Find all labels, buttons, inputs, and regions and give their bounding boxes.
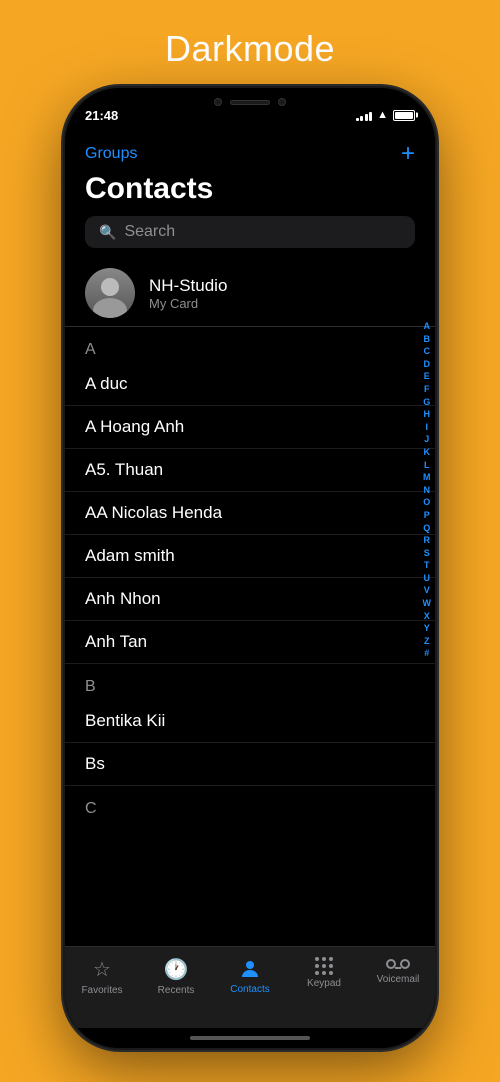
avatar [85, 268, 135, 318]
groups-button[interactable]: Groups [85, 145, 137, 163]
add-contact-button[interactable]: + [401, 140, 415, 168]
alpha-c[interactable]: C [424, 345, 431, 358]
tab-keypad-label: Keypad [307, 978, 341, 989]
tab-voicemail[interactable]: Voicemail [368, 957, 428, 985]
list-item[interactable]: AA Nicolas Henda [65, 492, 435, 535]
alpha-r[interactable]: R [424, 534, 431, 547]
battery-icon [393, 110, 415, 121]
contact-list[interactable]: NH-Studio My Card A A duc A Hoang Anh A5… [65, 260, 435, 946]
my-card-info: NH-Studio My Card [149, 276, 227, 311]
page-title: Darkmode [165, 28, 335, 70]
contacts-icon [238, 957, 262, 981]
wifi-icon: ▲ [377, 109, 388, 121]
alphabet-index[interactable]: A B C D E F G H I J K L M N O P Q R S T [423, 320, 432, 660]
my-card-label: My Card [149, 296, 227, 311]
home-bar [190, 1036, 310, 1040]
notch-camera [214, 98, 222, 106]
my-card-row[interactable]: NH-Studio My Card [65, 260, 435, 327]
voicemail-icon [386, 957, 410, 971]
contacts-title: Contacts [85, 172, 415, 206]
alpha-hash[interactable]: # [424, 647, 429, 660]
alpha-l[interactable]: L [424, 459, 430, 472]
list-item[interactable]: Anh Tan [65, 621, 435, 664]
avatar-image [85, 268, 135, 318]
list-item[interactable]: Bentika Kii [65, 700, 435, 743]
recents-icon: 🕐 [164, 957, 189, 982]
tab-voicemail-label: Voicemail [377, 974, 420, 985]
tab-favorites-label: Favorites [81, 985, 122, 996]
alpha-i[interactable]: I [425, 421, 428, 434]
tab-contacts[interactable]: Contacts [220, 957, 280, 995]
tab-keypad[interactable]: Keypad [294, 957, 354, 989]
alpha-o[interactable]: O [423, 496, 430, 509]
alpha-g[interactable]: G [423, 396, 430, 409]
alpha-w[interactable]: W [423, 597, 432, 610]
home-indicator [65, 1028, 435, 1048]
favorites-icon: ☆ [93, 957, 111, 982]
keypad-icon [315, 957, 333, 975]
list-item[interactable]: Bs [65, 743, 435, 786]
tab-favorites[interactable]: ☆ Favorites [72, 957, 132, 996]
section-header-c: C [65, 786, 435, 822]
alpha-m[interactable]: M [423, 471, 431, 484]
alpha-z[interactable]: Z [424, 635, 430, 648]
tab-bar: ☆ Favorites 🕐 Recents Contacts [65, 946, 435, 1028]
list-item[interactable]: A5. Thuan [65, 449, 435, 492]
alpha-p[interactable]: P [424, 509, 430, 522]
alpha-h[interactable]: H [424, 408, 431, 421]
alpha-e[interactable]: E [424, 370, 430, 383]
alpha-a[interactable]: A [424, 320, 431, 333]
notch-speaker [230, 100, 270, 105]
section-header-b: B [65, 664, 435, 700]
section-header-a: A [65, 327, 435, 363]
alpha-f[interactable]: F [424, 383, 430, 396]
tab-recents-label: Recents [158, 985, 195, 996]
alpha-y[interactable]: Y [424, 622, 430, 635]
search-bar[interactable]: 🔍 Search [85, 216, 415, 248]
header-nav: Groups + [85, 140, 415, 168]
alpha-t[interactable]: T [424, 559, 430, 572]
search-placeholder: Search [124, 223, 175, 241]
search-icon: 🔍 [99, 224, 116, 241]
list-item[interactable]: Anh Nhon [65, 578, 435, 621]
battery-fill [395, 112, 413, 119]
status-icons: ▲ [356, 109, 415, 121]
tab-contacts-label: Contacts [230, 984, 269, 995]
alpha-u[interactable]: U [424, 572, 431, 585]
alpha-v[interactable]: V [424, 584, 430, 597]
list-item[interactable]: Adam smith [65, 535, 435, 578]
notch-sensor [278, 98, 286, 106]
my-card-name: NH-Studio [149, 276, 227, 296]
phone-screen: Groups + Contacts 🔍 Search NH-Studio My … [65, 132, 435, 1048]
alpha-j[interactable]: J [424, 433, 429, 446]
phone-shell: 21:48 ▲ Groups + Contac [65, 88, 435, 1048]
status-bar: 21:48 ▲ [65, 88, 435, 132]
alpha-k[interactable]: K [424, 446, 431, 459]
signal-icon [356, 110, 373, 121]
app-header: Groups + Contacts 🔍 Search [65, 132, 435, 260]
alpha-x[interactable]: X [424, 610, 430, 623]
list-item[interactable]: A Hoang Anh [65, 406, 435, 449]
alpha-b[interactable]: B [424, 333, 431, 346]
alpha-s[interactable]: S [424, 547, 430, 560]
alpha-d[interactable]: D [424, 358, 431, 371]
list-item[interactable]: A duc [65, 363, 435, 406]
status-time: 21:48 [85, 108, 118, 123]
alpha-n[interactable]: N [424, 484, 431, 497]
notch [180, 88, 320, 116]
alpha-q[interactable]: Q [423, 522, 430, 535]
tab-recents[interactable]: 🕐 Recents [146, 957, 206, 996]
